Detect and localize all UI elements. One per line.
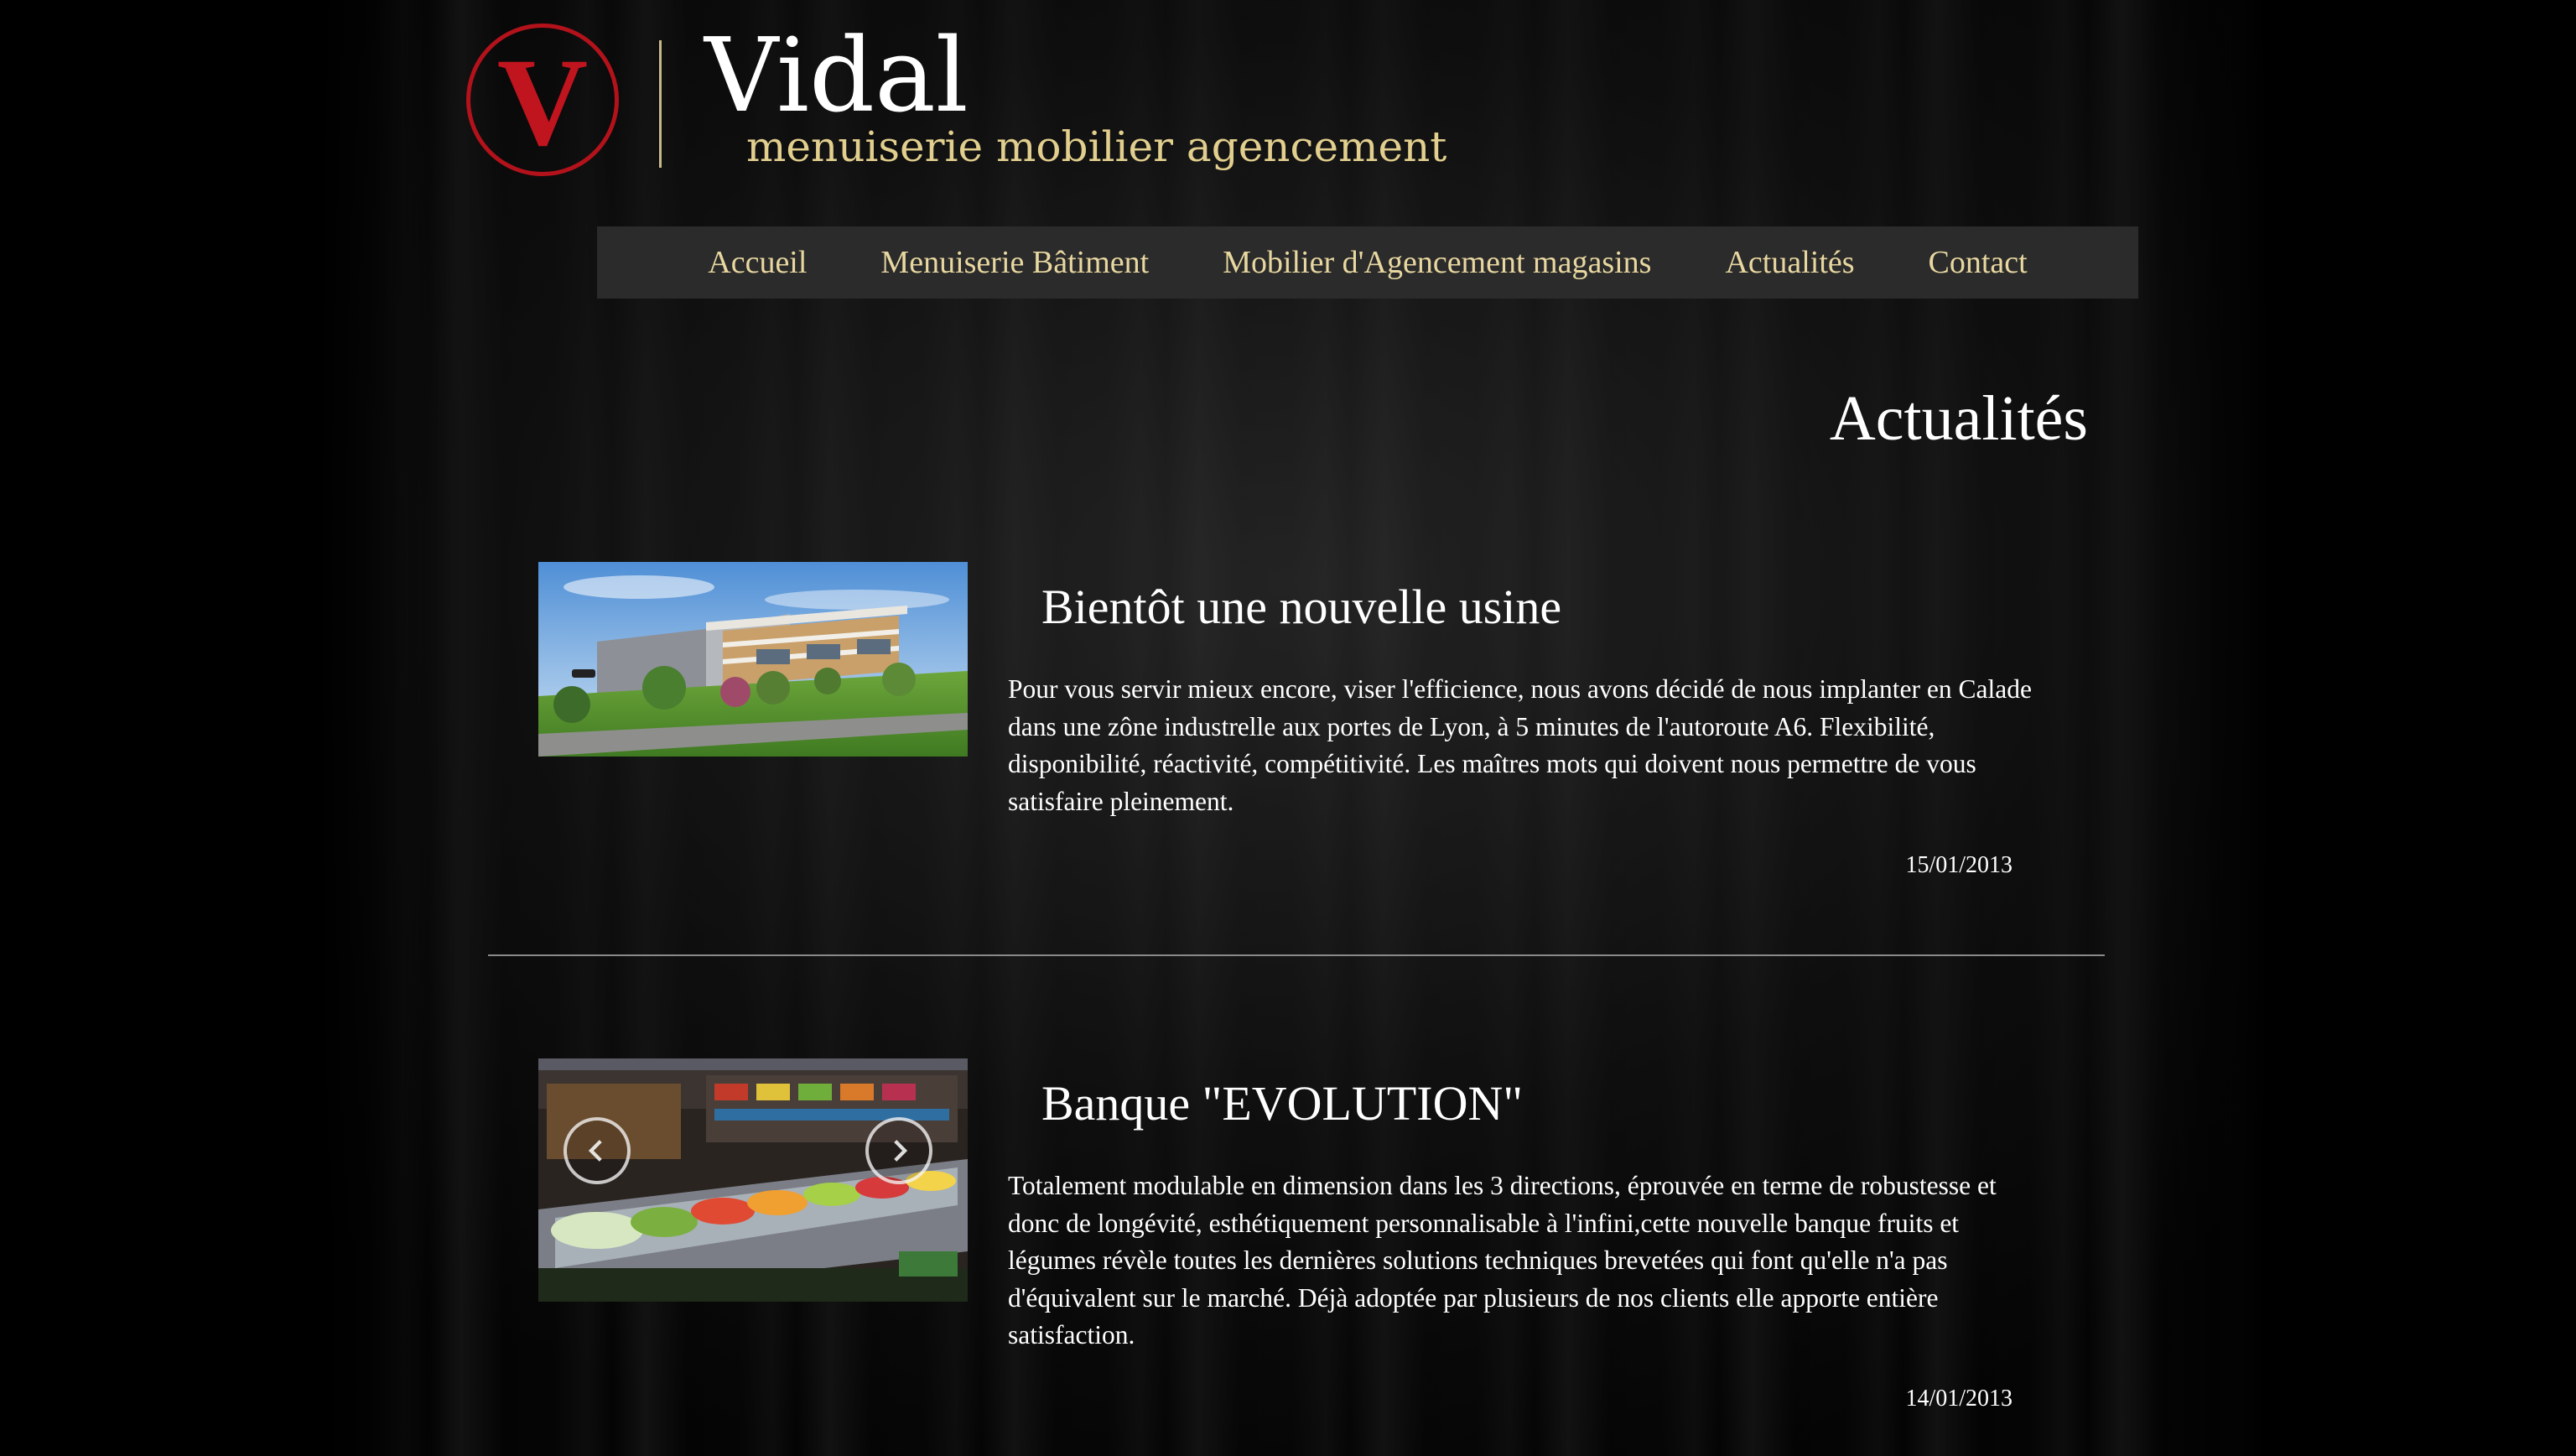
- nav-item-contact[interactable]: Contact: [1929, 244, 2028, 281]
- article-date: 14/01/2013: [1905, 1386, 2012, 1412]
- carousel-next-button[interactable]: [865, 1117, 932, 1184]
- logo-emblem[interactable]: V: [466, 23, 619, 176]
- article-image-carousel[interactable]: [538, 1058, 968, 1302]
- logo-divider: [659, 40, 662, 168]
- article-title[interactable]: Bientôt une nouvelle usine: [1041, 579, 1561, 635]
- article-divider: [488, 954, 2105, 956]
- carousel-prev-button[interactable]: [564, 1117, 631, 1184]
- article-date: 15/01/2013: [1905, 852, 2012, 878]
- article-body: Pour vous servir mieux encore, viser l'e…: [1008, 674, 2032, 816]
- chevron-right-icon: [894, 1140, 908, 1162]
- article-body: Totalement modulable en dimension dans l…: [1008, 1171, 1997, 1349]
- logo-letter: V: [496, 33, 589, 172]
- nav-item-actualites[interactable]: Actualités: [1725, 244, 1854, 281]
- factory-rendering-image: [538, 562, 968, 757]
- article-image-factory[interactable]: [538, 562, 968, 757]
- article-title[interactable]: Banque "EVOLUTION": [1041, 1075, 1523, 1131]
- brand-name[interactable]: Vidal: [704, 22, 969, 129]
- page-background: V Vidal menuiserie mobilier agencement A…: [0, 0, 2576, 1456]
- page-title: Actualités: [1829, 383, 2088, 454]
- nav-item-menuiserie-batiment[interactable]: Menuiserie Bâtiment: [880, 244, 1149, 281]
- brand-tagline: menuiserie mobilier agencement: [746, 122, 1447, 171]
- chevron-left-icon: [588, 1140, 602, 1162]
- nav-item-mobilier-agencement[interactable]: Mobilier d'Agencement magasins: [1223, 244, 1651, 281]
- main-nav: Accueil Menuiserie Bâtiment Mobilier d'A…: [597, 226, 2138, 299]
- nav-item-accueil[interactable]: Accueil: [708, 244, 807, 281]
